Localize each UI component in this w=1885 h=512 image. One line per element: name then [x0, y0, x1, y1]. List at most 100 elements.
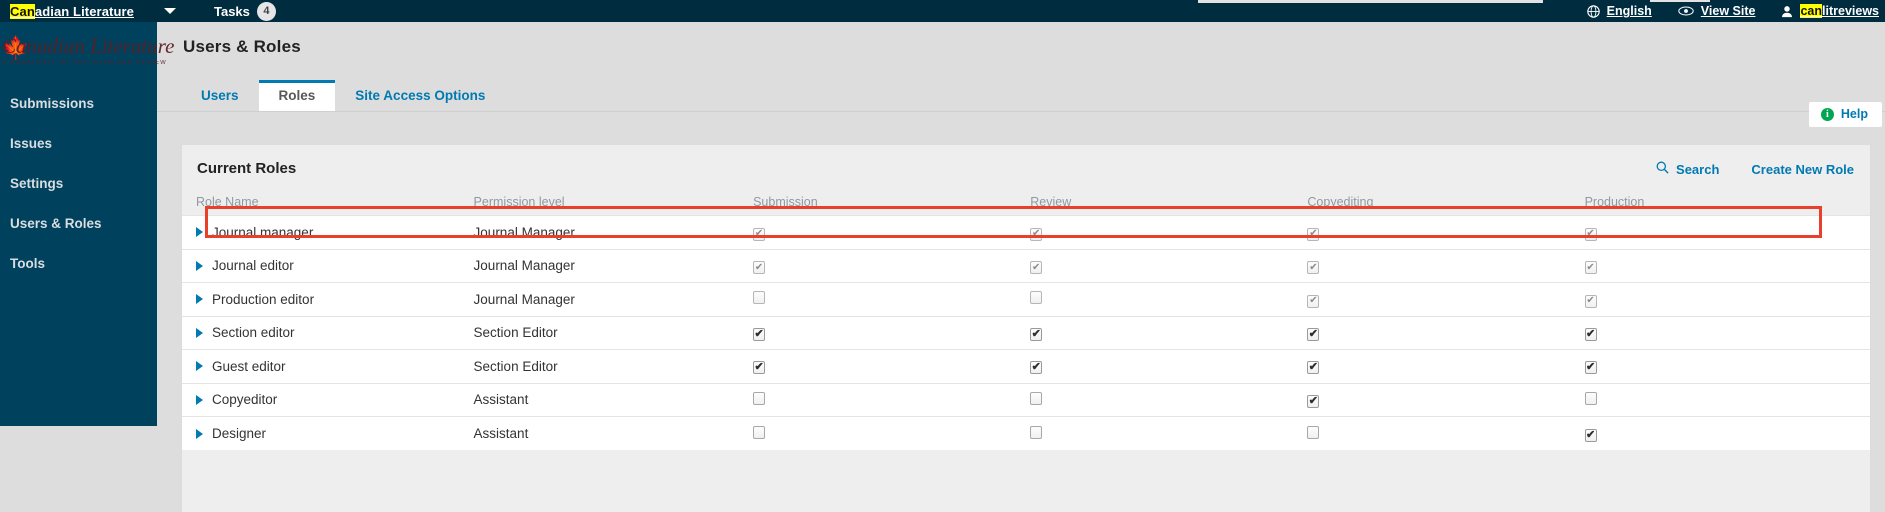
permission-level-label: Section Editor: [473, 325, 558, 341]
create-new-role-button[interactable]: Create New Role: [1751, 162, 1854, 177]
user-menu[interactable]: canlitreviews: [1781, 4, 1879, 18]
tasks-button[interactable]: Tasks 4: [214, 1, 276, 21]
checkbox-submission[interactable]: [753, 425, 766, 439]
checkbox-copyediting[interactable]: [1307, 227, 1320, 241]
table-row[interactable]: Journal manager Journal Manager: [182, 215, 1870, 249]
cell-production: [1572, 349, 1870, 383]
column-header-role-name: Role Name: [196, 195, 259, 209]
cell-permission-level: Journal Manager: [461, 282, 742, 316]
triangle-right-icon[interactable]: [196, 260, 203, 271]
roles-table-header-row: Role Name Permission level Submission Re…: [182, 195, 1870, 216]
view-site-link[interactable]: View Site: [1678, 4, 1755, 18]
help-label: Help: [1840, 107, 1868, 121]
checkbox-production[interactable]: [1584, 391, 1597, 405]
checkbox-production[interactable]: [1584, 327, 1597, 341]
checkbox-submission[interactable]: [753, 291, 766, 305]
cell-submission: [741, 416, 1019, 450]
permission-level-label: Journal Manager: [473, 291, 575, 307]
cell-review: [1018, 315, 1296, 350]
table-row[interactable]: Copyeditor Assistant: [182, 382, 1870, 417]
checkbox-review[interactable]: [1030, 425, 1043, 439]
checkbox-production[interactable]: [1584, 261, 1597, 274]
header-notch: [1198, 0, 1543, 3]
cell-copyediting: [1295, 282, 1573, 316]
checkbox-review[interactable]: [1030, 361, 1043, 375]
help-button[interactable]: i Help: [1808, 102, 1882, 127]
checkbox-production[interactable]: [1584, 361, 1597, 375]
triangle-right-icon[interactable]: [196, 294, 203, 305]
sidebar-item-tools[interactable]: Tools: [0, 244, 157, 284]
permission-level-label: Section Editor: [473, 358, 558, 374]
checkbox-copyediting[interactable]: [1307, 327, 1320, 341]
checkbox-production[interactable]: [1584, 227, 1597, 241]
cell-submission: [741, 282, 1019, 316]
checkbox-review[interactable]: [1030, 391, 1043, 405]
table-row[interactable]: Guest editor Section Editor: [182, 349, 1870, 383]
checkbox-submission[interactable]: [753, 327, 766, 341]
permission-level-label: Assistant: [473, 426, 529, 441]
panel-actions: Search Create New Role: [1656, 161, 1854, 177]
cell-production: [1572, 416, 1870, 450]
search-label: Search: [1676, 161, 1720, 177]
table-row[interactable]: Section editor Section Editor: [182, 315, 1870, 350]
checkbox-production[interactable]: [1584, 428, 1597, 442]
triangle-right-icon[interactable]: [196, 361, 203, 372]
checkbox-review[interactable]: [1030, 227, 1043, 241]
tab-users[interactable]: Users: [181, 81, 259, 111]
checkbox-production[interactable]: [1584, 294, 1597, 308]
tasks-label: Tasks: [214, 3, 250, 19]
language-selector[interactable]: English: [1586, 4, 1652, 18]
search-icon: [1656, 161, 1669, 177]
checkbox-submission[interactable]: [753, 227, 766, 241]
cell-permission-level: Section Editor: [461, 315, 742, 350]
triangle-right-icon[interactable]: [196, 327, 203, 338]
checkbox-copyediting[interactable]: [1307, 294, 1320, 308]
table-row[interactable]: Production editor Journal Manager: [182, 282, 1870, 316]
main-content: Users & Roles Users Roles Site Access Op…: [157, 22, 1885, 512]
checkbox-copyediting[interactable]: [1307, 261, 1320, 274]
cell-role-name: Copyeditor: [182, 382, 462, 417]
checkbox-copyediting[interactable]: [1307, 425, 1320, 439]
checkbox-review[interactable]: [1030, 261, 1043, 274]
site-logo[interactable]: 🍁 Canadian Literature A QUARTERLY OF CRI…: [2, 34, 202, 64]
checkbox-submission[interactable]: [753, 391, 766, 405]
checkbox-review[interactable]: [1030, 327, 1043, 341]
checkbox-submission[interactable]: [753, 261, 766, 274]
role-name-label: Journal manager: [212, 224, 314, 240]
column-header-permission: Permission level: [473, 195, 565, 209]
sidebar-item-issues[interactable]: Issues: [0, 124, 157, 164]
cell-review: [1018, 215, 1296, 249]
sidebar-item-submissions[interactable]: Submissions: [0, 84, 157, 124]
tasks-count-badge: 4: [256, 1, 276, 21]
role-name-label: Journal editor: [212, 258, 294, 274]
cell-role-name: Section editor: [182, 315, 462, 350]
cell-review: [1018, 282, 1296, 316]
roles-table-body: Journal managerJournal ManagerJournal ed…: [182, 215, 1870, 450]
tab-roles[interactable]: Roles: [258, 80, 336, 111]
tab-site-access-options[interactable]: Site Access Options: [335, 81, 505, 111]
table-row[interactable]: Designer Assistant: [182, 416, 1870, 450]
current-roles-panel: Current Roles Search Create New Role Rol…: [181, 144, 1871, 512]
chevron-down-icon[interactable]: [164, 8, 176, 14]
checkbox-review[interactable]: [1030, 291, 1043, 305]
triangle-right-icon[interactable]: [196, 227, 203, 238]
header-notch-secondary: [1650, 0, 1710, 2]
table-row[interactable]: Journal editor Journal Manager: [182, 248, 1870, 283]
cell-submission: [741, 382, 1019, 417]
cell-copyediting: [1295, 248, 1573, 283]
journal-switcher[interactable]: Canadian Literature: [10, 3, 134, 19]
sidebar-item-settings[interactable]: Settings: [0, 164, 157, 204]
checkbox-copyediting[interactable]: [1307, 361, 1320, 375]
roles-table-head: Role Name Permission level Submission Re…: [182, 195, 1870, 216]
checkbox-copyediting[interactable]: [1307, 394, 1320, 408]
cell-permission-level: Journal Manager: [461, 215, 742, 249]
cell-production: [1572, 382, 1870, 417]
column-header-copyediting: Copyediting: [1307, 195, 1374, 209]
cell-submission: [741, 215, 1019, 249]
sidebar-item-users-roles[interactable]: Users & Roles: [0, 204, 157, 244]
checkbox-submission[interactable]: [753, 361, 766, 375]
cell-submission: [741, 248, 1019, 283]
search-button[interactable]: Search: [1656, 161, 1719, 177]
triangle-right-icon[interactable]: [196, 394, 203, 405]
triangle-right-icon[interactable]: [196, 428, 203, 439]
